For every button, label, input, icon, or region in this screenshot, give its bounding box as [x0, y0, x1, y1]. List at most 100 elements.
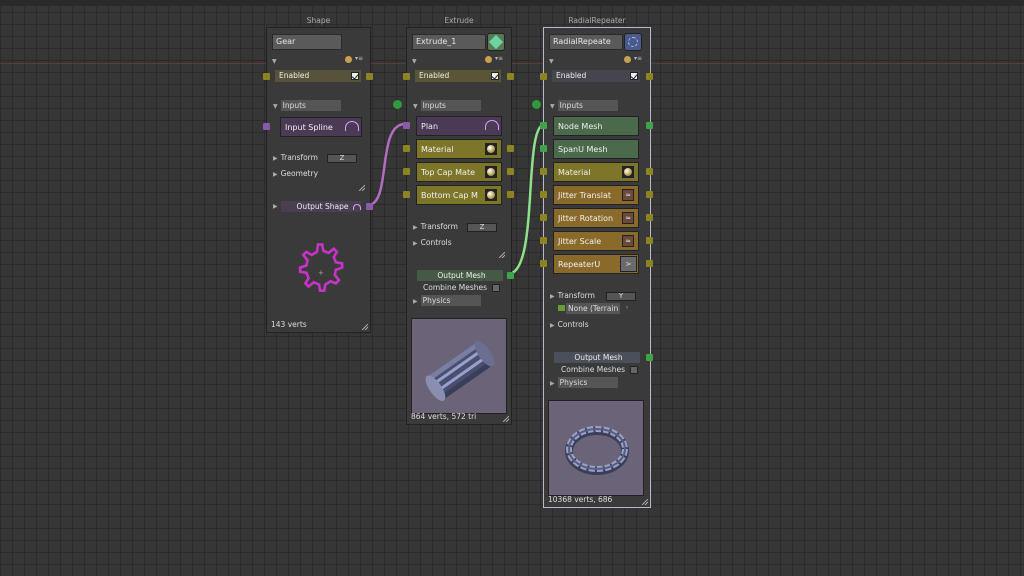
combine-meshes-checkbox[interactable] [492, 284, 500, 292]
transform-axis-button[interactable]: Z [327, 154, 357, 163]
mesh-preview [548, 400, 644, 496]
jitter-rotation-out-port[interactable] [646, 214, 653, 221]
jitter-icon: ≈ [622, 235, 634, 247]
node-resize-icon[interactable] [503, 416, 509, 422]
combine-meshes-row[interactable]: Combine Meshes [423, 282, 487, 293]
geometry-row[interactable]: ▶ Geometry [273, 168, 318, 179]
transform-row[interactable]: ▶ Transform [273, 152, 318, 163]
menu-icon[interactable]: ▾≡ [634, 55, 642, 62]
menu-icon[interactable]: ▾≡ [495, 55, 503, 62]
plan-port[interactable] [403, 122, 410, 129]
collapse-arrow-icon[interactable]: ▼ [272, 58, 277, 65]
material-out-port[interactable] [507, 145, 514, 152]
section-resize-icon[interactable] [499, 252, 505, 258]
enabled-checkbox[interactable] [630, 72, 638, 80]
enabled-out-port[interactable] [366, 73, 373, 80]
controls-row[interactable]: ▶ Controls [550, 319, 589, 330]
info-icon[interactable] [485, 56, 492, 63]
enabled-checkbox[interactable] [491, 72, 499, 80]
add-input-icon[interactable] [532, 100, 541, 109]
terrain-row[interactable]: None (Terrain [558, 303, 621, 314]
enabled-out-port[interactable] [646, 73, 653, 80]
extrude-node[interactable]: Extrude Extrude_1 ▾≡ ▼ Enabled ▼ Inputs P… [393, 16, 514, 425]
input-spline-port[interactable] [263, 123, 270, 130]
jitter-scale-out-port[interactable] [646, 237, 653, 244]
node-name-field[interactable]: Gear [272, 34, 342, 50]
add-input-icon[interactable] [393, 100, 402, 109]
output-mesh-label: Output Mesh [554, 352, 640, 363]
physics-button[interactable]: Physics [557, 377, 618, 388]
shape-node[interactable]: Shape Gear ▾≡ ▼ Enabled ▼ Inputs Input Sp… [263, 16, 373, 333]
section-resize-icon[interactable] [359, 185, 365, 191]
node-mesh-slot[interactable]: Node Mesh [553, 116, 639, 136]
inputs-section[interactable]: ▼ Inputs [273, 100, 341, 111]
transform-label: Transform [420, 222, 458, 231]
controls-label: Controls [420, 238, 452, 247]
physics-row[interactable]: ▶ Physics [550, 377, 618, 388]
expand-arrow-icon: ▼ [273, 103, 278, 110]
info-icon[interactable] [624, 56, 631, 63]
jitter-rotation-in-port[interactable] [540, 214, 547, 221]
wire-shape-to-extrude [367, 122, 406, 207]
repeater-u-out-port[interactable] [646, 260, 653, 267]
material-out-port[interactable] [646, 168, 653, 175]
spline-icon [485, 120, 499, 130]
material-in-port[interactable] [540, 168, 547, 175]
gear-preview: + [298, 243, 344, 293]
transform-row[interactable]: ▶ Transform [413, 221, 458, 232]
enabled-checkbox[interactable] [351, 72, 359, 80]
node-resize-icon[interactable] [642, 499, 648, 505]
node-title: Extrude [444, 16, 474, 25]
inputs-button[interactable]: Inputs [280, 100, 341, 111]
inputs-section[interactable]: ▼ Inputs [413, 100, 481, 111]
output-row[interactable]: ▶ [273, 200, 281, 211]
node-title: RadialRepeater [568, 16, 626, 25]
material-in-port[interactable] [403, 145, 410, 152]
inputs-button[interactable]: Inputs [557, 100, 618, 111]
physics-row[interactable]: ▶ Physics [413, 295, 481, 306]
top-cap-in-port[interactable] [403, 168, 410, 175]
node-name-field[interactable]: RadialRepeate [549, 34, 623, 50]
terrain-field[interactable]: None (Terrain [566, 303, 621, 314]
transform-row[interactable]: ▶ Transform [550, 290, 595, 301]
node-name-field[interactable]: Extrude_1 [412, 34, 486, 50]
output-shape-port[interactable] [366, 203, 373, 210]
jitter-translate-label: Jitter Translat [558, 191, 612, 200]
output-mesh-port[interactable] [507, 272, 514, 279]
enabled-in-port[interactable] [540, 73, 547, 80]
output-mesh-port[interactable] [646, 354, 653, 361]
spanu-mesh-slot[interactable]: SpanU Mesh [553, 139, 639, 159]
node-mesh-out-port[interactable] [646, 122, 653, 129]
enabled-row[interactable]: Enabled [275, 70, 361, 82]
collapse-arrow-icon[interactable]: ▼ [412, 58, 417, 65]
menu-icon[interactable]: ▾≡ [355, 55, 363, 62]
enabled-in-port[interactable] [263, 73, 270, 80]
transform-axis-button[interactable]: Z [467, 223, 497, 232]
material-label: Material [558, 168, 591, 177]
enabled-row[interactable]: Enabled [552, 70, 640, 82]
inputs-section[interactable]: ▼ Inputs [550, 100, 618, 111]
jitter-scale-in-port[interactable] [540, 237, 547, 244]
combine-meshes-checkbox[interactable] [630, 366, 638, 374]
enabled-row[interactable]: Enabled [415, 70, 501, 82]
collapse-arrow-icon[interactable]: ▼ [549, 58, 554, 65]
terrain-picker-icon[interactable]: ◦ [625, 304, 629, 312]
inputs-button[interactable]: Inputs [420, 100, 481, 111]
jitter-translate-in-port[interactable] [540, 191, 547, 198]
enabled-in-port[interactable] [403, 73, 410, 80]
transform-axis-button[interactable]: Y [606, 292, 636, 301]
jitter-translate-out-port[interactable] [646, 191, 653, 198]
node-mesh-in-port[interactable] [540, 122, 547, 129]
controls-row[interactable]: ▶ Controls [413, 237, 452, 248]
combine-meshes-row[interactable]: Combine Meshes [561, 364, 625, 375]
info-icon[interactable] [345, 56, 352, 63]
radial-repeater-node[interactable]: RadialRepeater RadialRepeate ▾≡ ▼ Enable… [532, 16, 653, 508]
bottom-cap-in-port[interactable] [403, 191, 410, 198]
spanu-mesh-in-port[interactable] [540, 145, 547, 152]
bottom-cap-out-port[interactable] [507, 191, 514, 198]
node-resize-icon[interactable] [362, 324, 368, 330]
repeater-u-in-port[interactable] [540, 260, 547, 267]
top-cap-out-port[interactable] [507, 168, 514, 175]
physics-button[interactable]: Physics [420, 295, 481, 306]
enabled-out-port[interactable] [507, 73, 514, 80]
